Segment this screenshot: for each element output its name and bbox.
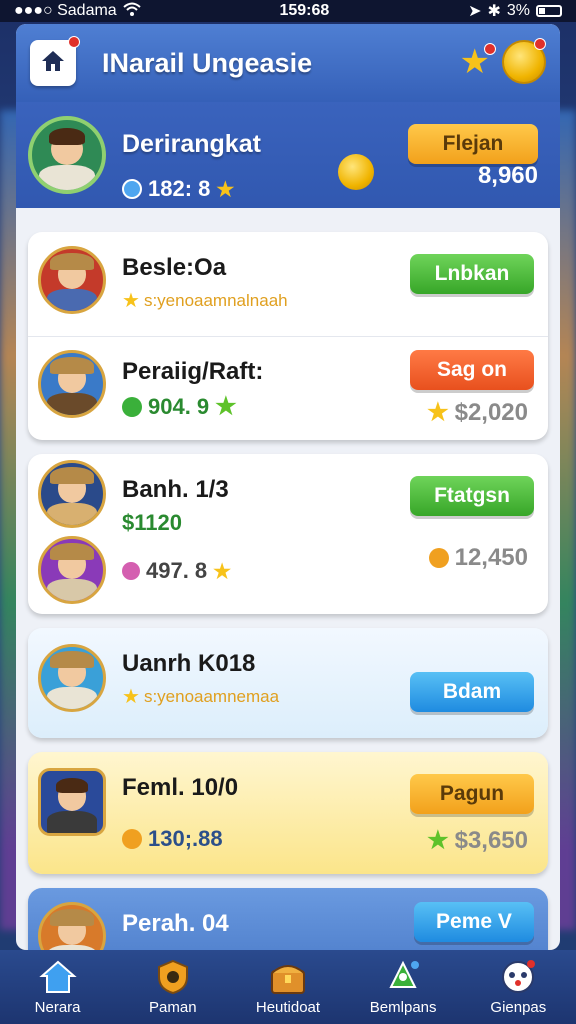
home-icon xyxy=(40,49,66,78)
row-subtitle: 904. 9 ★ xyxy=(122,392,237,421)
list-item[interactable]: Peraiig/Raft: 904. 9 ★ Sag on ★ $2,020 xyxy=(28,336,548,440)
avatar xyxy=(38,536,106,604)
row-subtitle: ★ s:yenoaamnemaa xyxy=(122,686,280,708)
avatar xyxy=(38,350,106,418)
row-subtitle: 497. 8 ★ xyxy=(122,558,231,584)
carrier-label: ●●●○ Sadama xyxy=(14,2,117,19)
home-icon xyxy=(38,959,78,995)
location-icon: ➤ xyxy=(468,3,482,20)
row-action-button[interactable]: Lnbkan xyxy=(410,254,534,294)
row-title: Feml. 10/0 xyxy=(122,774,239,801)
row-action-button[interactable]: Pagun xyxy=(410,774,534,814)
home-button[interactable] xyxy=(30,36,80,86)
bottom-nav: Nerara Paman Heutidoat Bemlpans Gienpas xyxy=(0,950,576,1024)
avatar xyxy=(38,902,106,950)
star-icon: ★ xyxy=(213,560,232,583)
nav-item-paman[interactable]: Paman xyxy=(118,959,228,1016)
row-title: Uanrh K018 xyxy=(122,650,256,677)
avatar[interactable] xyxy=(28,116,106,194)
row-action-button[interactable]: Ftatgsn xyxy=(410,476,534,516)
coin-icon xyxy=(428,548,449,568)
avatar xyxy=(38,768,106,836)
row-subtitle: 130;.88 xyxy=(122,826,223,852)
nav-label: Bemlpans xyxy=(369,998,437,1016)
status-bar: ●●●○ Sadama 159:68 ➤ ✱ 3% xyxy=(0,0,576,22)
row-title: Besle:Oa xyxy=(122,254,227,281)
nav-item-home[interactable]: Nerara xyxy=(3,959,113,1016)
coin-icon[interactable] xyxy=(502,38,546,84)
nav-item-bemlpans[interactable]: Bemlpans xyxy=(348,959,458,1016)
row-action-button[interactable]: Sag on xyxy=(410,350,534,390)
battery-icon xyxy=(536,5,562,17)
row-action-button[interactable]: Bdam xyxy=(410,672,534,712)
player-card: Banh. 1/3 $1120 Ftatgsn 497. 8 ★ 12,450 xyxy=(28,454,548,614)
notification-dot xyxy=(68,36,80,48)
coin-icon xyxy=(338,154,374,190)
row-score: 12,450 xyxy=(428,544,528,572)
player-card: Perah. 04 Peme V xyxy=(28,888,548,950)
header-bar: INarail Ungeasie ★ xyxy=(16,24,560,102)
app-window: INarail Ungeasie ★ Derirangkat 182: 8 ★ … xyxy=(16,24,560,950)
level-icon xyxy=(122,179,142,199)
player-card: Feml. 10/0 130;.88 Pagun ★ $3,650 xyxy=(28,752,548,874)
row-score: ★ $2,020 xyxy=(427,398,528,427)
bluetooth-icon: ✱ xyxy=(487,3,501,20)
star-icon: ★ xyxy=(216,178,235,201)
nav-label: Heutidoat xyxy=(255,998,321,1016)
list-item[interactable]: Besle:Oa ★ s:yenoaamnalnaah Lnbkan xyxy=(28,232,548,336)
star-icon: ★ xyxy=(427,827,449,854)
coin-icon xyxy=(122,829,142,849)
level-value: 182: 8 xyxy=(148,176,211,201)
list-item[interactable]: Feml. 10/0 130;.88 Pagun ★ $3,650 xyxy=(28,752,548,856)
row-title: Banh. 1/3 xyxy=(122,476,229,503)
shield-icon xyxy=(153,959,193,995)
nav-label: Nerara xyxy=(34,998,81,1016)
player-card: Besle:Oa ★ s:yenoaamnalnaah Lnbkan Perai… xyxy=(28,232,548,440)
star-icon[interactable]: ★ xyxy=(460,43,496,79)
treasure-chest-icon xyxy=(268,959,308,995)
avatar xyxy=(38,246,106,314)
avatar xyxy=(38,460,106,528)
profile-level: 182: 8 ★ xyxy=(122,176,234,202)
rocket-icon xyxy=(383,959,423,995)
gem-icon xyxy=(122,396,142,417)
profile-score: 8,960 xyxy=(477,162,538,189)
profile-panel: Derirangkat 182: 8 ★ 8,960 Flejan xyxy=(16,102,560,208)
wifi-icon xyxy=(123,2,141,21)
list-item[interactable]: 497. 8 ★ 12,450 xyxy=(28,530,548,610)
row-title: Peraiig/Raft: xyxy=(122,358,264,385)
profile-icon xyxy=(498,959,538,995)
page-title: INarail Ungeasie xyxy=(102,47,313,78)
profile-action-button[interactable]: Flejan xyxy=(408,124,538,164)
row-action-button[interactable]: Peme V xyxy=(414,902,534,942)
row-subtitle: ★ s:yenoaamnalnaah xyxy=(122,290,288,312)
player-card: Uanrh K018 ★ s:yenoaamnemaa Bdam xyxy=(28,628,548,738)
row-score: ★ $3,650 xyxy=(427,826,528,855)
star-icon: ★ xyxy=(122,686,140,708)
row-title: Perah. 04 xyxy=(122,910,229,937)
star-icon: ★ xyxy=(122,290,140,312)
star-icon: ★ xyxy=(215,393,237,420)
star-icon: ★ xyxy=(427,399,449,426)
nav-label: Paman xyxy=(149,998,197,1016)
profile-name: Derirangkat xyxy=(122,130,261,158)
gem-icon xyxy=(122,562,140,580)
clock-label: 159:68 xyxy=(279,2,330,19)
avatar xyxy=(38,644,106,712)
nav-label: Gienpas xyxy=(490,998,547,1016)
list-item[interactable]: Uanrh K018 ★ s:yenoaamnemaa Bdam xyxy=(28,628,548,732)
nav-item-gienpas[interactable]: Gienpas xyxy=(463,959,573,1016)
list-item[interactable]: Perah. 04 Peme V xyxy=(28,888,548,950)
nav-item-heutidoat[interactable]: Heutidoat xyxy=(233,959,343,1016)
battery-percent: 3% xyxy=(506,2,530,19)
